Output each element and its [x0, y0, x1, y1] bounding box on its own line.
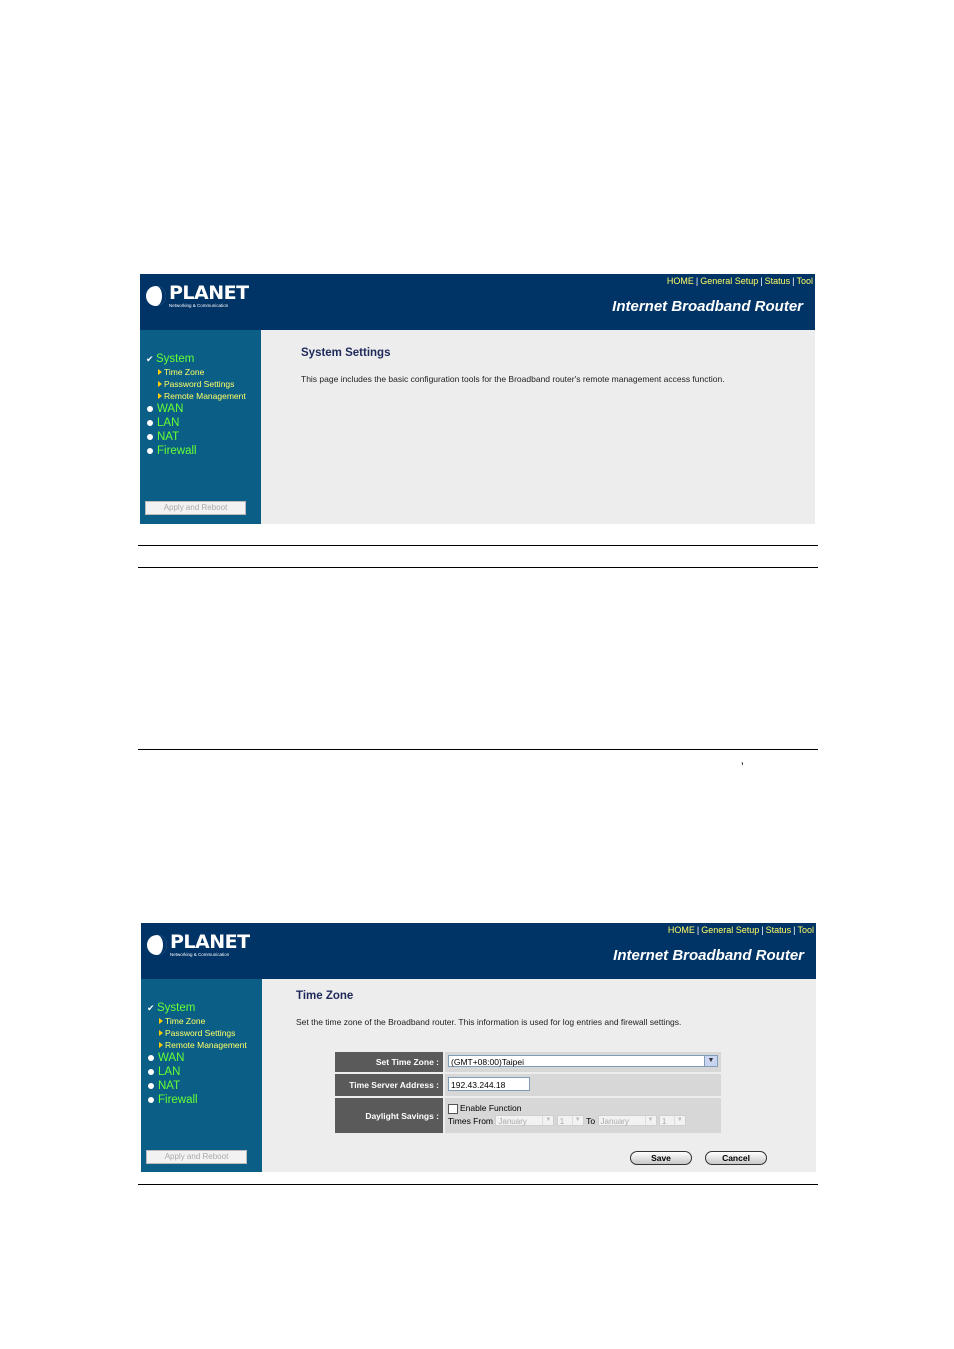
sidebar-item-lan[interactable]: LAN: [146, 416, 246, 430]
checkmark-icon: ✔: [146, 354, 154, 364]
bullet-icon: [147, 406, 153, 412]
sidebar-item-nat[interactable]: NAT: [146, 430, 246, 444]
nav-home-link[interactable]: HOME: [667, 276, 694, 286]
page-description: Set the time zone of the Broadband route…: [296, 1017, 682, 1027]
sidebar-item-system[interactable]: ✔ System: [146, 352, 246, 366]
from-day-select[interactable]: 1 ▼: [556, 1115, 584, 1127]
nav-general-setup-link[interactable]: General Setup: [700, 276, 758, 286]
arrow-right-icon: [159, 1042, 163, 1048]
stray-mark: ’: [741, 760, 744, 774]
page-description: This page includes the basic configurati…: [301, 374, 725, 384]
sidebar: ✔ System Time Zone Password Settings Remo…: [141, 979, 262, 1172]
arrow-right-icon: [159, 1030, 163, 1036]
bullet-icon: [147, 420, 153, 426]
sidebar-item-wan[interactable]: WAN: [147, 1051, 247, 1065]
apply-reboot-button[interactable]: Apply and Reboot: [146, 1150, 247, 1164]
screenshot-system-settings: PLANET Networking & Communication HOME | G…: [140, 274, 815, 524]
arrow-right-icon: [158, 369, 162, 375]
header-bar: PLANET Networking & Communication HOME | G…: [140, 274, 815, 330]
nav-tool-link[interactable]: Tool: [796, 276, 813, 286]
enable-function-label: Enable Function: [460, 1103, 522, 1113]
arrow-right-icon: [158, 393, 162, 399]
sidebar-subitem-remote-management[interactable]: Remote Management: [146, 390, 246, 402]
sidebar-item-nat[interactable]: NAT: [147, 1079, 247, 1093]
bullet-icon: [147, 434, 153, 440]
checkmark-icon: ✔: [147, 1003, 155, 1013]
page-title: System Settings: [301, 347, 391, 359]
chevron-down-icon: ▼: [571, 1116, 583, 1126]
save-button[interactable]: Save: [630, 1151, 692, 1165]
screenshot-time-zone: PLANET Networking & Communication HOME | G…: [141, 923, 816, 1172]
sidebar-menu: ✔ System Time Zone Password Settings Remo…: [147, 1001, 247, 1107]
from-month-select[interactable]: January ▼: [495, 1115, 555, 1127]
bullet-icon: [147, 448, 153, 454]
page-title: Time Zone: [296, 990, 354, 1002]
to-day-select[interactable]: 1 ▼: [658, 1115, 686, 1127]
logo-tagline: Networking & Communication: [170, 951, 230, 957]
sidebar-subitem-remote-management[interactable]: Remote Management: [147, 1039, 247, 1051]
time-zone-form: Set Time Zone : (GMT+08:00)Taipei ▼ Time…: [335, 1052, 721, 1135]
main-content: Time Zone Set the time zone of the Broad…: [262, 979, 816, 1172]
nav-status-link[interactable]: Status: [765, 276, 791, 286]
sidebar-item-system[interactable]: ✔ System: [147, 1001, 247, 1015]
chevron-down-icon: ▼: [644, 1116, 656, 1126]
time-zone-select[interactable]: (GMT+08:00)Taipei ▼: [448, 1055, 718, 1067]
nav-tool-link[interactable]: Tool: [797, 925, 814, 935]
bullet-icon: [148, 1055, 154, 1061]
to-label: To: [586, 1115, 596, 1126]
main-content: System Settings This page includes the b…: [261, 330, 815, 524]
divider-line: [138, 749, 818, 750]
sidebar-item-firewall[interactable]: Firewall: [146, 444, 246, 458]
brand-title: Internet Broadband Router: [612, 298, 803, 315]
chevron-down-icon: ▼: [542, 1116, 553, 1126]
arrow-right-icon: [159, 1018, 163, 1024]
top-nav: HOME | General Setup | Status | Tool: [666, 276, 813, 286]
top-nav: HOME | General Setup | Status | Tool: [667, 925, 814, 935]
logo-tagline: Networking & Communication: [169, 302, 229, 308]
divider-line: [138, 1184, 818, 1185]
daylight-savings-label: Daylight Savings :: [335, 1098, 443, 1133]
nav-home-link[interactable]: HOME: [668, 925, 695, 935]
sidebar-subitem-password-settings[interactable]: Password Settings: [146, 378, 246, 390]
chevron-down-icon: ▼: [704, 1056, 717, 1066]
cancel-button[interactable]: Cancel: [705, 1151, 767, 1165]
sidebar-subitem-password-settings[interactable]: Password Settings: [147, 1027, 247, 1039]
sidebar-subitem-time-zone[interactable]: Time Zone: [147, 1015, 247, 1027]
sidebar-item-wan[interactable]: WAN: [146, 402, 246, 416]
time-server-input[interactable]: 192.43.244.18: [448, 1077, 530, 1091]
form-row-daylight-savings: Daylight Savings : Enable Function Times…: [335, 1098, 721, 1133]
form-row-time-zone: Set Time Zone : (GMT+08:00)Taipei ▼: [335, 1052, 721, 1072]
sidebar-menu: ✔ System Time Zone Password Settings Remo…: [146, 352, 246, 458]
apply-reboot-button[interactable]: Apply and Reboot: [145, 501, 246, 515]
planet-globe-icon: [146, 286, 166, 306]
sidebar-subitem-time-zone[interactable]: Time Zone: [146, 366, 246, 378]
bullet-icon: [148, 1069, 154, 1075]
brand-title: Internet Broadband Router: [613, 947, 804, 964]
header-bar: PLANET Networking & Communication HOME | G…: [141, 923, 816, 979]
time-zone-label: Set Time Zone :: [335, 1052, 443, 1072]
logo-wordmark: PLANET: [169, 281, 249, 304]
sidebar-item-firewall[interactable]: Firewall: [147, 1093, 247, 1107]
nav-status-link[interactable]: Status: [766, 925, 792, 935]
planet-globe-icon: [147, 935, 167, 955]
bullet-icon: [148, 1083, 154, 1089]
to-month-select[interactable]: January ▼: [597, 1115, 657, 1127]
planet-logo: PLANET Networking & Communication: [145, 281, 249, 311]
time-server-label: Time Server Address :: [335, 1074, 443, 1096]
nav-general-setup-link[interactable]: General Setup: [701, 925, 759, 935]
planet-logo: PLANET Networking & Communication: [146, 930, 250, 960]
sidebar-item-lan[interactable]: LAN: [147, 1065, 247, 1079]
divider-line: [138, 545, 818, 546]
times-from-label: Times From: [448, 1115, 494, 1126]
arrow-right-icon: [158, 381, 162, 387]
chevron-down-icon: ▼: [673, 1116, 685, 1126]
bullet-icon: [148, 1097, 154, 1103]
divider-line: [138, 567, 818, 568]
logo-wordmark: PLANET: [170, 930, 250, 953]
form-row-time-server: Time Server Address : 192.43.244.18: [335, 1074, 721, 1096]
enable-function-checkbox[interactable]: [448, 1103, 458, 1114]
sidebar: ✔ System Time Zone Password Settings Remo…: [140, 330, 261, 524]
